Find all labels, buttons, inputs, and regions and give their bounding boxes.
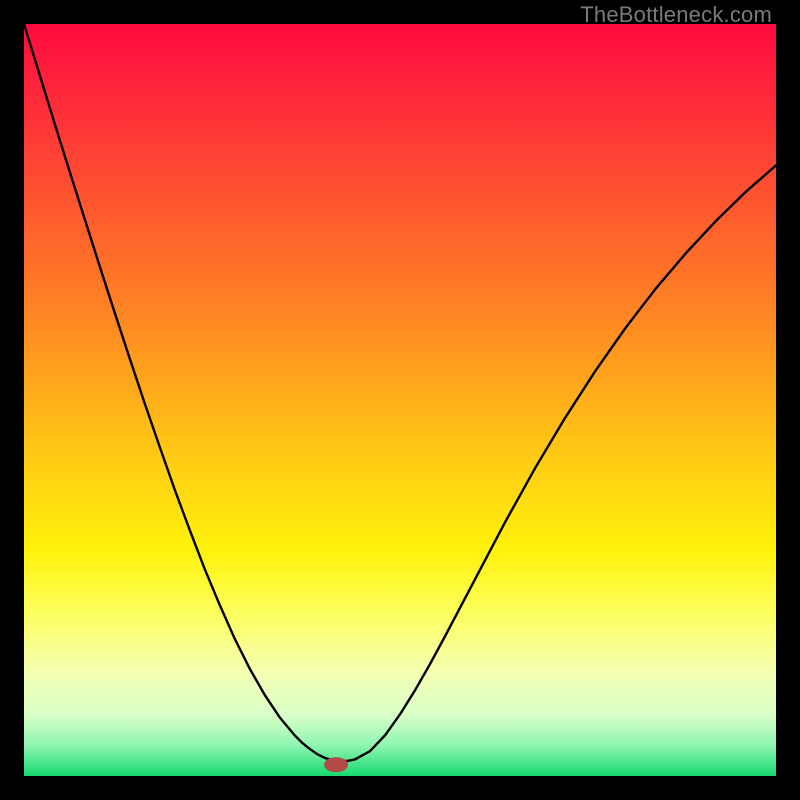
chart-svg	[24, 24, 776, 776]
chart-background	[24, 24, 776, 776]
chart-marker	[324, 757, 348, 772]
chart-frame	[24, 24, 776, 776]
watermark-text: TheBottleneck.com	[580, 2, 772, 28]
